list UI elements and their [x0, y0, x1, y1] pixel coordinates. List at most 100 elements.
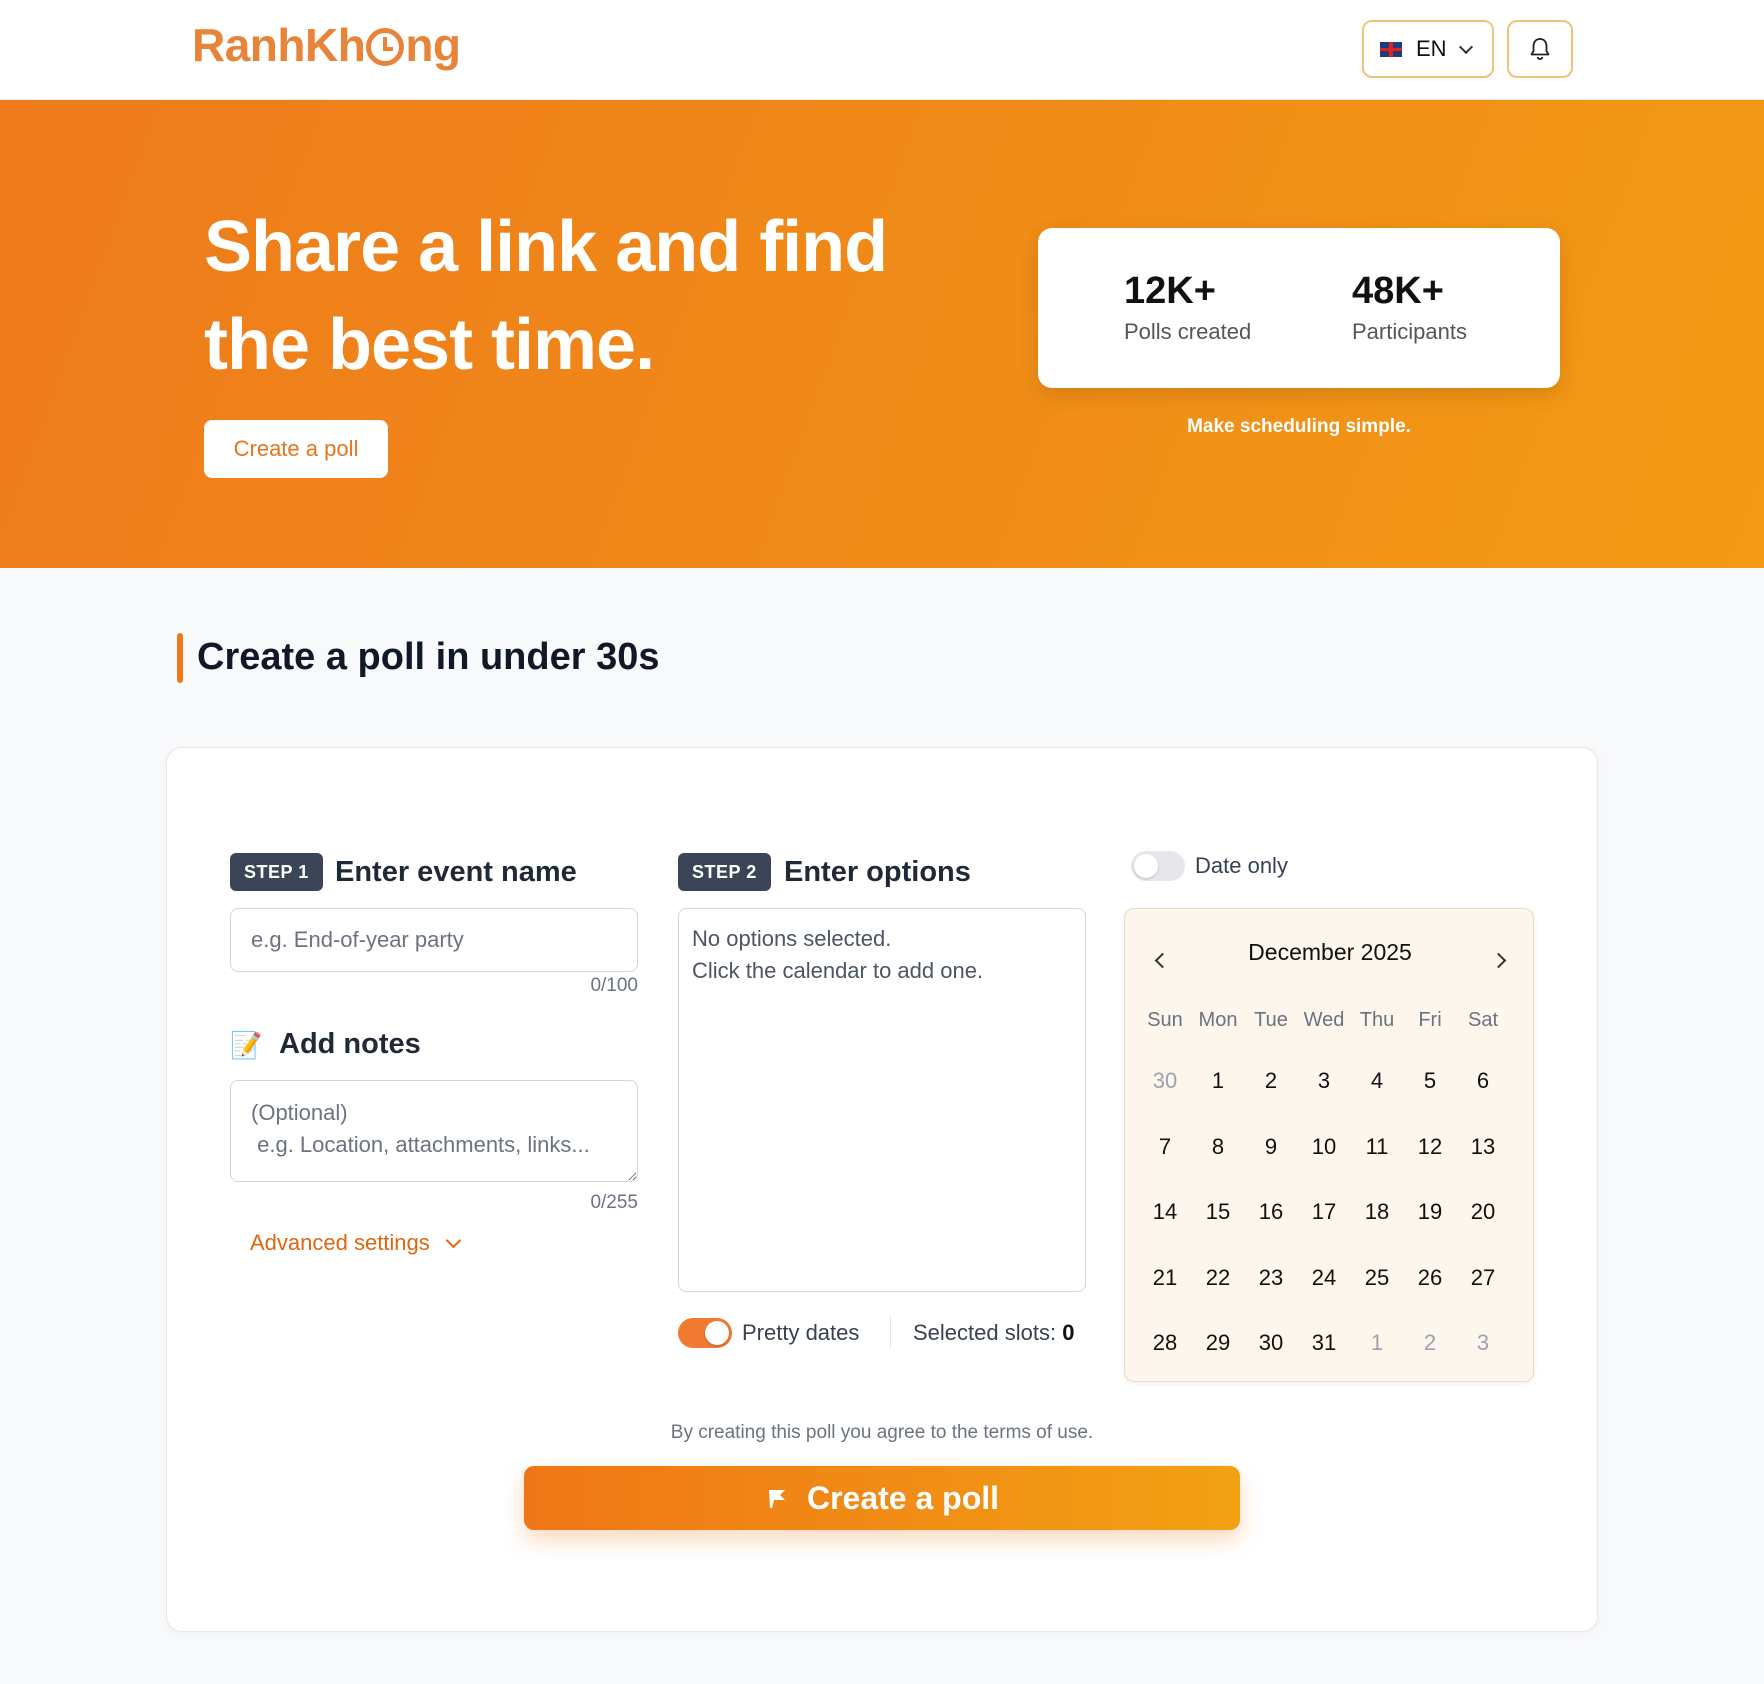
weekday-label: Sat — [1467, 1009, 1499, 1031]
calendar-day[interactable]: 5 — [1405, 1056, 1455, 1106]
bell-icon — [1530, 38, 1550, 60]
calendar-day[interactable]: 2 — [1405, 1318, 1455, 1368]
calendar: December 2025 Sun Mon Tue Wed Thu Fri Sat 30 1 2 3… — [1124, 908, 1534, 1382]
notes-counter: 0/255 — [590, 1192, 638, 1213]
step-2-title: Enter options — [784, 856, 971, 888]
weekday-label: Thu — [1359, 1009, 1395, 1031]
selected-slots: Selected slots: 0 — [913, 1320, 1074, 1346]
calendar-month-title: December 2025 — [1248, 939, 1412, 965]
calendar-day[interactable]: 19 — [1405, 1187, 1455, 1237]
calendar-day[interactable]: 17 — [1299, 1187, 1349, 1237]
chevron-right-icon — [1490, 952, 1506, 968]
options-empty-line-1: No options selected. — [692, 926, 892, 951]
uk-flag-icon — [1380, 41, 1402, 57]
top-header: RanhKh ng EN — [0, 0, 1764, 100]
pretty-dates-label: Pretty dates — [742, 1320, 860, 1345]
calendar-day[interactable]: 10 — [1299, 1122, 1349, 1172]
stat-polls: 12K+ Polls created — [1124, 270, 1251, 345]
calendar-day[interactable]: 11 — [1352, 1122, 1402, 1172]
selected-slots-label: Selected slots: — [913, 1320, 1057, 1345]
calendar-day[interactable]: 14 — [1140, 1187, 1190, 1237]
calendar-day[interactable]: 3 — [1299, 1056, 1349, 1106]
calendar-day[interactable]: 22 — [1193, 1253, 1243, 1303]
next-month-button[interactable] — [1483, 945, 1513, 975]
notes-title: Add notes — [279, 1028, 421, 1060]
date-only-toggle[interactable] — [1131, 851, 1185, 881]
calendar-day[interactable]: 31 — [1299, 1318, 1349, 1368]
terms-text: By creating this poll you agree to the t… — [670, 1422, 1094, 1443]
options-empty-line-2: Click the calendar to add one. — [692, 958, 984, 983]
create-poll-button[interactable]: Create a poll — [524, 1466, 1240, 1530]
alarm-clock-icon — [366, 28, 405, 66]
toggle-knob — [705, 1321, 729, 1345]
create-poll-label: Create a poll — [806, 1479, 1000, 1516]
calendar-day[interactable]: 18 — [1352, 1187, 1402, 1237]
calendar-day[interactable]: 8 — [1193, 1122, 1243, 1172]
calendar-day[interactable]: 1 — [1352, 1318, 1402, 1368]
calendar-day[interactable]: 4 — [1352, 1056, 1402, 1106]
selected-slots-count: 0 — [1062, 1320, 1075, 1345]
calendar-day[interactable]: 28 — [1140, 1318, 1190, 1368]
stats-card: 12K+ Polls created 48K+ Participants — [1038, 228, 1560, 388]
calendar-day[interactable]: 16 — [1246, 1187, 1296, 1237]
chevron-down-icon — [1458, 39, 1473, 54]
stats-caption: Make scheduling simple. — [1187, 416, 1411, 437]
toggle-knob — [1134, 854, 1158, 878]
advanced-settings-toggle[interactable]: Advanced settings — [250, 1230, 462, 1256]
calendar-day[interactable]: 3 — [1458, 1318, 1508, 1368]
divider — [890, 1316, 891, 1348]
calendar-day[interactable]: 2 — [1246, 1056, 1296, 1106]
hero-create-poll-button[interactable]: Create a poll — [204, 420, 388, 478]
hero-title: Share a link and find the best time. — [204, 207, 888, 385]
weekday-label: Tue — [1254, 1009, 1288, 1031]
calendar-day[interactable]: 15 — [1193, 1187, 1243, 1237]
weekday-label: Fri — [1418, 1009, 1442, 1031]
event-name-input[interactable] — [230, 908, 638, 972]
calendar-day[interactable]: 24 — [1299, 1253, 1349, 1303]
advanced-settings-label: Advanced settings — [250, 1230, 430, 1255]
section-accent-bar — [177, 633, 183, 683]
chevron-down-icon — [445, 1232, 462, 1249]
notes-textarea[interactable] — [230, 1080, 638, 1182]
stat-participants: 48K+ Participants — [1352, 270, 1467, 345]
step-2-badge: STEP 2 — [678, 853, 771, 891]
calendar-day[interactable]: 9 — [1246, 1122, 1296, 1172]
stat-label: Participants — [1352, 319, 1467, 344]
step-1-badge: STEP 1 — [230, 853, 323, 891]
logo-text-end: ng — [405, 19, 461, 71]
calendar-day[interactable]: 23 — [1246, 1253, 1296, 1303]
calendar-day[interactable]: 20 — [1458, 1187, 1508, 1237]
weekday-label: Wed — [1303, 1009, 1345, 1031]
flag-icon — [768, 1490, 785, 1508]
logo[interactable]: RanhKh ng — [192, 18, 461, 72]
calendar-day[interactable]: 25 — [1352, 1253, 1402, 1303]
step-1-title: Enter event name — [335, 856, 577, 888]
hero-banner: Share a link and find the best time. Cre… — [0, 100, 1764, 568]
language-selector[interactable]: EN — [1362, 20, 1494, 78]
weekday-label: Sun — [1147, 1009, 1183, 1031]
calendar-day[interactable]: 27 — [1458, 1253, 1508, 1303]
memo-icon: 📝 — [230, 1030, 263, 1060]
calendar-day[interactable]: 1 — [1193, 1056, 1243, 1106]
calendar-day[interactable]: 13 — [1458, 1122, 1508, 1172]
date-only-label: Date only — [1195, 853, 1288, 878]
stat-value: 12K+ — [1124, 270, 1216, 312]
logo-text-start: RanhKh — [192, 19, 366, 71]
calendar-day[interactable]: 26 — [1405, 1253, 1455, 1303]
stat-label: Polls created — [1124, 319, 1252, 344]
options-list: No options selected. Click the calendar … — [678, 908, 1086, 1292]
event-name-counter: 0/100 — [590, 975, 638, 996]
calendar-day[interactable]: 30 — [1246, 1318, 1296, 1368]
language-label: EN — [1416, 36, 1447, 61]
notifications-button[interactable] — [1507, 20, 1573, 78]
stat-value: 48K+ — [1352, 270, 1444, 312]
calendar-day[interactable]: 29 — [1193, 1318, 1243, 1368]
calendar-day[interactable]: 21 — [1140, 1253, 1190, 1303]
calendar-day[interactable]: 12 — [1405, 1122, 1455, 1172]
calendar-day[interactable]: 6 — [1458, 1056, 1508, 1106]
calendar-day[interactable]: 7 — [1140, 1122, 1190, 1172]
pretty-dates-toggle[interactable] — [678, 1318, 732, 1348]
weekday-label: Mon — [1198, 1009, 1238, 1031]
section-title: Create a poll in under 30s — [197, 636, 660, 678]
calendar-day[interactable]: 30 — [1140, 1056, 1190, 1106]
